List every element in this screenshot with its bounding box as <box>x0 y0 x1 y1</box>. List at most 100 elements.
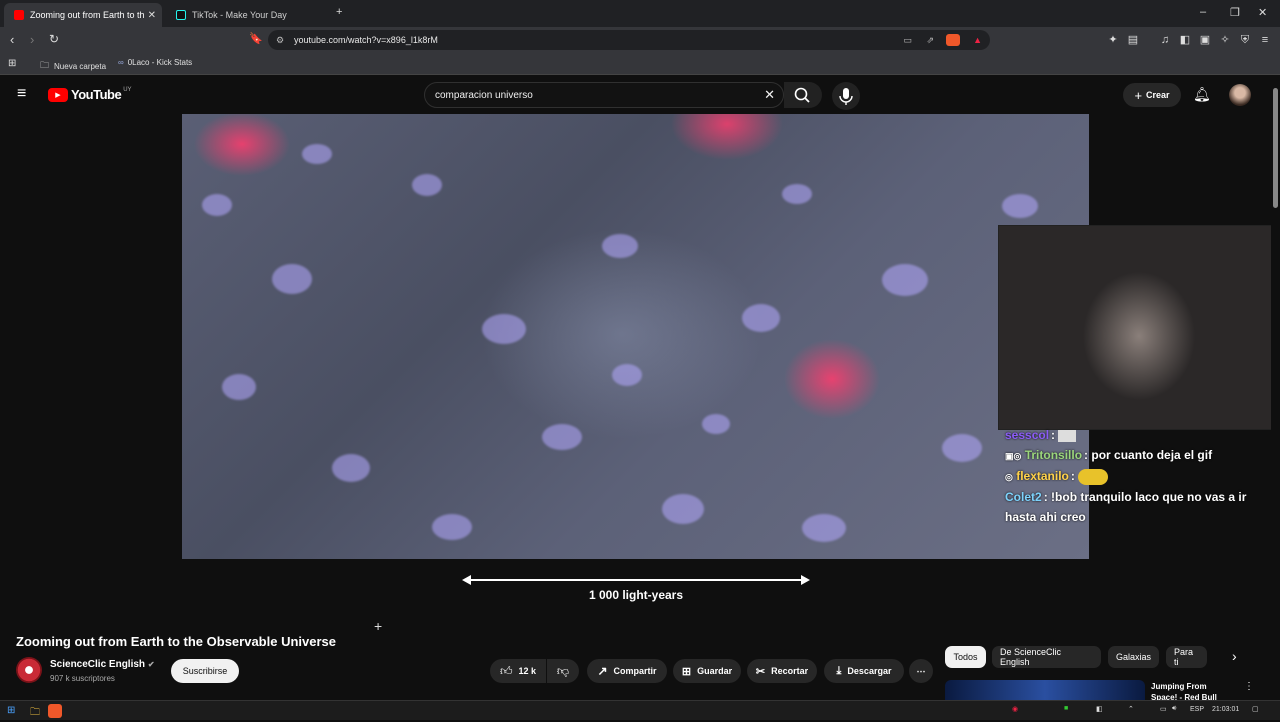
video-player[interactable] <box>182 114 1089 559</box>
hamburger-menu-icon[interactable]: ≡ <box>17 85 26 103</box>
chip-todos[interactable]: Todos <box>945 646 986 668</box>
windows-start-icon[interactable]: ⊞ <box>7 705 15 716</box>
tray-icon[interactable]: ◧ <box>1096 705 1103 713</box>
rewards-icon[interactable]: ▲ <box>973 35 982 45</box>
save-label: Guardar <box>697 666 733 676</box>
reader-icon[interactable]: ▤ <box>1127 34 1139 46</box>
channel-name[interactable]: ScienceClic English ✔ <box>50 659 155 670</box>
bookmark-icon[interactable]: 🔖 <box>249 32 263 45</box>
youtube-logo[interactable]: ▶ YouTube UY <box>48 87 132 102</box>
more-actions-button[interactable]: ⋯ <box>909 659 933 683</box>
chip-para-ti[interactable]: Para ti <box>1166 646 1207 668</box>
address-toolbar: ‹ › ↻ 🔖 ⚙ youtube.com/watch?v=x896_l1k8r… <box>0 27 1280 53</box>
minimize-icon[interactable]: – <box>1200 6 1206 18</box>
language-indicator[interactable]: ESP <box>1190 706 1204 713</box>
video-title: Zooming out from Earth to the Observable… <box>16 634 336 649</box>
network-icon[interactable]: ▭ <box>1160 705 1167 713</box>
tray-icon[interactable]: ◉ <box>1012 705 1018 713</box>
tab-tiktok[interactable]: TikTok - Make Your Day <box>166 3 326 27</box>
save-button[interactable]: ⊞ Guardar <box>673 659 741 683</box>
chat-username: Tritonsillo <box>1024 448 1083 462</box>
download-button[interactable]: ⤓ Descargar <box>824 659 904 683</box>
crosshair-cursor-icon: + <box>374 618 383 634</box>
recommendation-menu-icon[interactable]: ⋮ <box>1244 681 1254 692</box>
back-icon[interactable]: ‹ <box>10 32 14 47</box>
dislike-button[interactable]: 👎︎ <box>547 659 579 683</box>
verified-icon: ✔ <box>147 660 155 669</box>
scissors-icon: ✂ <box>755 665 766 678</box>
extensions-icon[interactable]: ✦ <box>1107 34 1119 46</box>
search-button[interactable] <box>784 82 822 108</box>
chat-text: por cuanto deja el gif <box>1091 448 1213 462</box>
music-icon[interactable]: ♫ <box>1159 34 1171 46</box>
scale-arrow <box>462 575 810 585</box>
stream-chat-overlay: sesscol: ▣◎ Tritonsillo: por cuanto deja… <box>1005 425 1275 527</box>
browser-tab-strip: Zooming out from Earth to th ✕ TikTok - … <box>0 0 1280 27</box>
share-button[interactable]: ↗ Compartir <box>587 659 667 683</box>
menu-icon[interactable]: ≡ <box>1259 34 1271 46</box>
brave-shield-icon[interactable] <box>946 34 960 46</box>
clip-button[interactable]: ✂ Recortar <box>747 659 817 683</box>
wallet-icon[interactable]: ▣ <box>1199 34 1211 46</box>
bookmark-kick-stats[interactable]: ∞ 0Laco - Kick Stats <box>118 58 192 67</box>
leo-icon[interactable]: ✧ <box>1219 34 1231 46</box>
file-explorer-icon[interactable]: 🗀 <box>30 705 40 722</box>
apps-grid-icon[interactable]: ⊞ <box>8 58 16 69</box>
vpn-icon[interactable]: ⛨ <box>1239 34 1251 46</box>
share-icon: ↗ <box>597 664 608 678</box>
notifications-bell-icon[interactable]: 🔔︎ <box>1193 86 1211 103</box>
close-window-icon[interactable]: ✕ <box>1258 6 1267 19</box>
sidebar-icon[interactable]: ◧ <box>1179 34 1191 46</box>
more-icon: ⋯ <box>916 665 926 676</box>
search-value: comparacion universo <box>435 89 533 101</box>
download-icon: ⤓ <box>836 664 842 677</box>
notification-center-icon[interactable]: ▢ <box>1252 705 1259 713</box>
chat-message: sesscol: <box>1005 425 1275 445</box>
share-page-icon[interactable]: ⇗ <box>926 35 934 46</box>
search-input[interactable]: comparacion universo ✕ <box>424 82 784 108</box>
kick-icon: ∞ <box>118 58 124 67</box>
bookmark-folder[interactable]: 🗀 Nueva carpeta <box>40 58 106 74</box>
scrollbar-thumb[interactable] <box>1273 88 1278 208</box>
brave-taskbar-icon[interactable] <box>48 704 62 718</box>
channel-name-text: ScienceClic English <box>50 659 146 670</box>
chip-from-channel[interactable]: De ScienceClic English <box>992 646 1101 668</box>
chips-next-icon[interactable]: › <box>1232 648 1237 664</box>
volume-icon[interactable]: 🔊︎ <box>1172 705 1176 713</box>
recommendation-thumbnail[interactable] <box>945 680 1145 700</box>
like-count: 12 k <box>518 666 537 676</box>
clock[interactable]: 21:03:01 <box>1212 706 1239 713</box>
chat-message: Colet2: !bob tranquilo laco que no vas a… <box>1005 490 1247 524</box>
tray-icon[interactable]: ⌃ <box>1128 705 1134 713</box>
subscribe-button[interactable]: Suscribirse <box>171 659 239 683</box>
webcam-overlay <box>998 225 1280 430</box>
tab-youtube[interactable]: Zooming out from Earth to th ✕ <box>4 3 162 27</box>
clear-search-icon[interactable]: ✕ <box>764 87 775 103</box>
new-tab-icon[interactable]: + <box>336 6 342 18</box>
chat-message: ◎ flextanilo: <box>1005 466 1275 487</box>
tab-label: TikTok - Make Your Day <box>192 10 287 20</box>
channel-avatar[interactable] <box>16 657 42 683</box>
restore-icon[interactable]: ❐ <box>1230 6 1240 19</box>
play-logo-icon: ▶ <box>48 87 68 102</box>
user-avatar[interactable] <box>1229 84 1251 106</box>
create-button[interactable]: + Crear <box>1123 83 1181 107</box>
windows-taskbar: ⊞ 🗀 ◉ ■ ◧ ⌃ ▭ 🔊︎ ESP 21:03:01 ▢ <box>0 700 1280 720</box>
chip-galaxias[interactable]: Galaxias <box>1108 646 1159 668</box>
youtube-header: ≡ ▶ YouTube UY comparacion universo ✕ + … <box>0 76 1270 114</box>
tray-icon[interactable]: ■ <box>1064 705 1068 712</box>
cast-icon[interactable]: ▭ <box>903 35 912 46</box>
scale-label: 1 000 light-years <box>588 588 684 602</box>
like-button[interactable]: 👍︎ 12 k <box>490 659 546 683</box>
tiktok-favicon-icon <box>176 10 186 20</box>
close-tab-icon[interactable]: ✕ <box>148 10 156 21</box>
voice-search-button[interactable] <box>832 82 860 110</box>
badge-icon: ▣◎ <box>1005 451 1022 461</box>
recommendation-title[interactable]: Jumping From Space! - Red Bull <box>1151 681 1231 700</box>
reload-icon[interactable]: ↻ <box>49 32 59 46</box>
site-info-icon[interactable]: ⚙ <box>276 35 284 46</box>
create-label: Crear <box>1146 90 1170 100</box>
url-bar[interactable]: ⚙ youtube.com/watch?v=x896_l1k8rM ▭ ⇗ ▲ <box>268 30 990 50</box>
forward-icon[interactable]: › <box>30 32 34 47</box>
page-scrollbar[interactable] <box>1271 76 1280 700</box>
